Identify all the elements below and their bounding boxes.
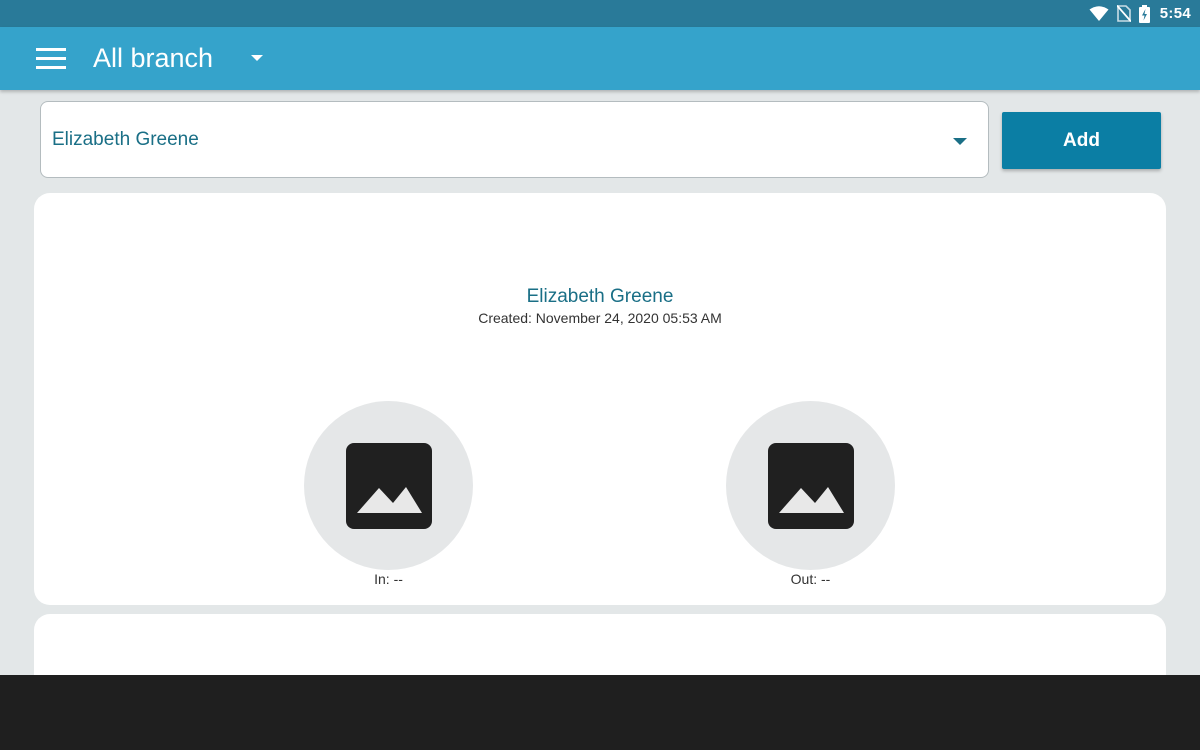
out-time-label: Out: -- <box>790 571 831 587</box>
image-placeholder-icon <box>767 442 854 529</box>
navigation-bar <box>0 675 1200 750</box>
photo-in[interactable] <box>304 401 473 570</box>
wifi-icon <box>1089 5 1109 22</box>
image-placeholder-icon <box>345 442 432 529</box>
menu-icon[interactable] <box>36 48 66 70</box>
chevron-down-icon[interactable] <box>251 55 263 61</box>
battery-charging-icon <box>1138 4 1150 23</box>
app-bar: All branch <box>0 27 1200 90</box>
photo-out[interactable] <box>726 401 895 570</box>
add-button[interactable]: Add <box>1002 112 1161 169</box>
status-icons: 5:54 <box>1089 0 1191 27</box>
employee-select[interactable]: Elizabeth Greene <box>40 101 989 178</box>
no-sim-icon <box>1116 5 1131 22</box>
clock: 5:54 <box>1159 5 1191 22</box>
entry-created-date: Created: November 24, 2020 05:53 AM <box>478 310 722 326</box>
employee-select-value: Elizabeth Greene <box>52 129 199 150</box>
status-bar: 5:54 <box>0 0 1200 27</box>
branch-selector-title[interactable]: All branch <box>93 42 213 74</box>
in-time-label: In: -- <box>374 571 403 587</box>
dropdown-arrow-icon <box>953 138 967 145</box>
attendance-card: Elizabeth Greene Created: November 24, 2… <box>34 193 1166 605</box>
entry-name: Elizabeth Greene <box>526 286 674 307</box>
